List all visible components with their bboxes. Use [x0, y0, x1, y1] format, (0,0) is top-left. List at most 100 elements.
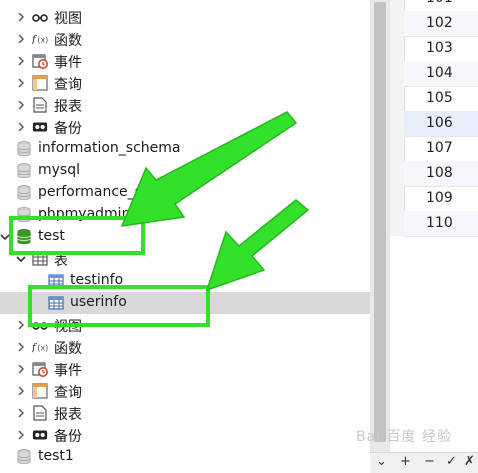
- cell-id: 108: [426, 165, 453, 181]
- table-icon: [48, 295, 64, 311]
- tree-item-label: phpmyadmin: [38, 206, 131, 222]
- chevron-right-icon[interactable]: [14, 406, 28, 420]
- report-icon: [32, 97, 48, 113]
- tree-item-备份[interactable]: 备份: [0, 424, 370, 446]
- tree-item-label: 查询: [54, 77, 82, 93]
- chevron-right-icon[interactable]: [14, 318, 28, 332]
- add-record-button[interactable]: +: [400, 454, 411, 469]
- tree-item-test1[interactable]: test1: [0, 446, 370, 468]
- scrollbar-thumb[interactable]: [374, 2, 386, 442]
- tree-item-label: 备份: [54, 121, 82, 137]
- tree-item-label: test: [38, 228, 65, 244]
- cell-id: 101: [426, 0, 453, 6]
- table-row[interactable]: 105: [404, 86, 478, 112]
- query-icon: [32, 383, 48, 399]
- tree-item-label: 表: [54, 253, 68, 269]
- tree-item-视图[interactable]: 视图: [0, 6, 370, 28]
- cell-id: 109: [426, 190, 453, 206]
- tree-item-报表[interactable]: 报表: [0, 94, 370, 116]
- view-icon: [32, 317, 48, 333]
- chevron-right-icon[interactable]: [14, 10, 28, 24]
- grid-bottom-bar: ⌄ + − ✓ ✗: [370, 452, 478, 473]
- tree-item-查询[interactable]: 查询: [0, 380, 370, 402]
- cell-id: 103: [426, 40, 453, 56]
- tree-item-label: information_schema: [38, 140, 181, 156]
- event-icon: [32, 53, 48, 69]
- tree-scrollbar[interactable]: [370, 0, 390, 452]
- chevron-right-icon[interactable]: [14, 428, 28, 442]
- tree-item-label: 函数: [54, 33, 82, 49]
- tree-item-label: 备份: [54, 429, 82, 445]
- tree-item-label: 查询: [54, 385, 82, 401]
- tree-item-testinfo[interactable]: testinfo: [0, 270, 370, 292]
- table-row[interactable]: 106: [404, 111, 478, 137]
- tree-item-label: 报表: [54, 99, 82, 115]
- tree-item-label: 事件: [54, 363, 82, 379]
- tree-item-报表[interactable]: 报表: [0, 402, 370, 424]
- report-icon: [32, 405, 48, 421]
- chevron-right-icon[interactable]: [14, 32, 28, 46]
- cell-id: 104: [426, 65, 453, 81]
- chevron-right-icon[interactable]: [14, 54, 28, 68]
- table-row[interactable]: 102: [404, 11, 478, 37]
- chevron-right-icon[interactable]: [14, 340, 28, 354]
- tree-item-label: test1: [38, 448, 74, 464]
- cell-id: 105: [426, 90, 453, 106]
- database-icon: [16, 141, 32, 157]
- event-icon: [32, 361, 48, 377]
- table-row[interactable]: 104: [404, 61, 478, 87]
- chevron-right-icon[interactable]: [14, 362, 28, 376]
- table-row[interactable]: 110: [404, 211, 478, 237]
- cell-id: 106: [426, 115, 453, 131]
- chevron-right-icon[interactable]: [14, 76, 28, 90]
- table-row[interactable]: 108: [404, 161, 478, 187]
- chevron-right-icon[interactable]: [14, 384, 28, 398]
- tree-item-函数[interactable]: f (x) 函数: [0, 336, 370, 358]
- navigator-tree: 视图 f (x) 函数 事件 查询 报表 备份 information_schema mysql p…: [0, 0, 370, 472]
- tree-item-查询[interactable]: 查询: [0, 72, 370, 94]
- tree-item-label: performance_schema: [38, 184, 190, 200]
- apply-button[interactable]: ✓: [446, 454, 457, 469]
- tree-item-事件[interactable]: 事件: [0, 50, 370, 72]
- function-icon: f (x): [32, 31, 48, 47]
- table-row[interactable]: 103: [404, 36, 478, 62]
- query-icon: [32, 75, 48, 91]
- tree-item-label: testinfo: [70, 272, 124, 288]
- view-icon: [32, 9, 48, 25]
- discard-button[interactable]: ✗: [464, 454, 475, 469]
- cell-id: 107: [426, 140, 453, 156]
- tree-item-视图[interactable]: 视图: [0, 314, 370, 336]
- tree-item-test[interactable]: test: [0, 226, 370, 248]
- tree-item-表[interactable]: 表: [0, 248, 370, 270]
- tree-item-label: 函数: [54, 341, 82, 357]
- cell-id: 110: [426, 215, 453, 231]
- svg-text:(x): (x): [37, 344, 48, 353]
- watermark: Bai 百度 经验: [356, 429, 452, 445]
- chevron-down-icon[interactable]: [14, 252, 28, 266]
- backup-icon: [32, 119, 48, 135]
- tree-item-label: 视图: [54, 11, 82, 27]
- table-row[interactable]: 107: [404, 136, 478, 162]
- tree-item-phpmyadmin[interactable]: phpmyadmin: [0, 204, 370, 226]
- tree-item-performance_schema[interactable]: performance_schema: [0, 182, 370, 204]
- tree-item-函数[interactable]: f (x) 函数: [0, 28, 370, 50]
- chevron-right-icon[interactable]: [14, 120, 28, 134]
- tree-item-label: mysql: [38, 162, 80, 178]
- tree-item-information_schema[interactable]: information_schema: [0, 138, 370, 160]
- tree-item-mysql[interactable]: mysql: [0, 160, 370, 182]
- table-row[interactable]: 109: [404, 186, 478, 212]
- svg-text:(x): (x): [37, 36, 48, 45]
- tree-item-事件[interactable]: 事件: [0, 358, 370, 380]
- chevron-down-icon[interactable]: [0, 230, 12, 244]
- tree-item-label: 视图: [54, 319, 82, 335]
- tree-item-label: 事件: [54, 55, 82, 71]
- chevron-right-icon[interactable]: [14, 98, 28, 112]
- row-indicator-column: [390, 0, 405, 236]
- backup-icon: [32, 427, 48, 443]
- tree-item-userinfo[interactable]: userinfo: [0, 292, 370, 314]
- expand-icon[interactable]: ⌄: [376, 454, 387, 469]
- tree-item-备份[interactable]: 备份: [0, 116, 370, 138]
- delete-record-button[interactable]: −: [424, 454, 435, 469]
- cell-id: 102: [426, 15, 453, 31]
- database-icon: [16, 207, 32, 223]
